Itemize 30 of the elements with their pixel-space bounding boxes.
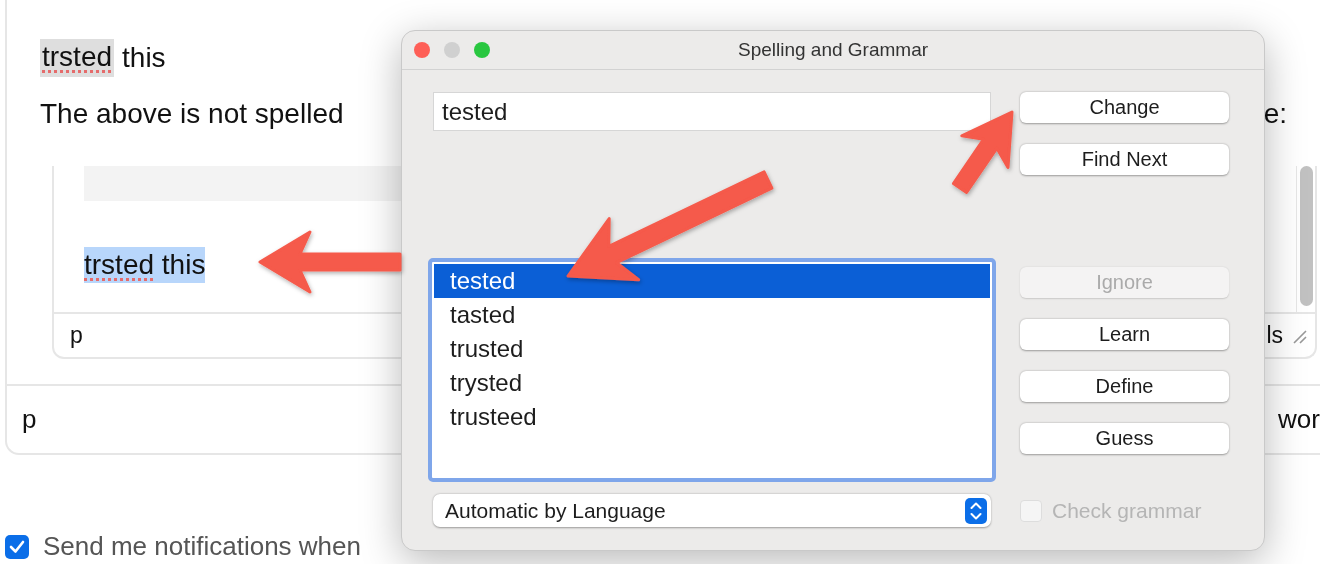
- language-popup[interactable]: Automatic by Language: [433, 494, 991, 527]
- guess-item[interactable]: trysted: [434, 366, 990, 400]
- path-label: p: [70, 322, 83, 349]
- guess-item[interactable]: tested: [434, 264, 990, 298]
- guess-item[interactable]: tasted: [434, 298, 990, 332]
- paragraph-text: The above is not spelled: [40, 98, 344, 131]
- scrollbar-thumb[interactable]: [1299, 166, 1313, 306]
- minimize-button[interactable]: [444, 42, 460, 58]
- window-title: Spelling and Grammar: [737, 39, 929, 60]
- checkbox-label[interactable]: Send me notifications when: [43, 531, 361, 562]
- resize-grip-icon[interactable]: [1291, 327, 1307, 344]
- dialog-button[interactable]: Find Next: [1020, 144, 1229, 175]
- stepper-icon: [965, 497, 987, 524]
- word-count: wor: [1278, 404, 1320, 435]
- misspelled-word: trsted: [40, 39, 115, 77]
- path-label: p: [22, 404, 37, 435]
- body-text: this: [122, 42, 166, 74]
- word-count: ls: [1266, 322, 1283, 349]
- guess-item[interactable]: trusteed: [434, 400, 990, 434]
- close-button[interactable]: [414, 42, 430, 58]
- selected-text: trsted this: [84, 247, 206, 283]
- dialog-button[interactable]: Change: [1020, 92, 1229, 123]
- dialog-button[interactable]: Learn: [1020, 319, 1229, 350]
- checkbox[interactable]: [5, 534, 29, 559]
- dialog-button[interactable]: Define: [1020, 371, 1229, 402]
- word-field[interactable]: tested: [433, 92, 991, 131]
- dialog-button[interactable]: Guess: [1020, 423, 1229, 454]
- zoom-button[interactable]: [474, 42, 490, 58]
- guess-item[interactable]: trusted: [434, 332, 990, 366]
- paragraph-text: e:: [1263, 98, 1287, 131]
